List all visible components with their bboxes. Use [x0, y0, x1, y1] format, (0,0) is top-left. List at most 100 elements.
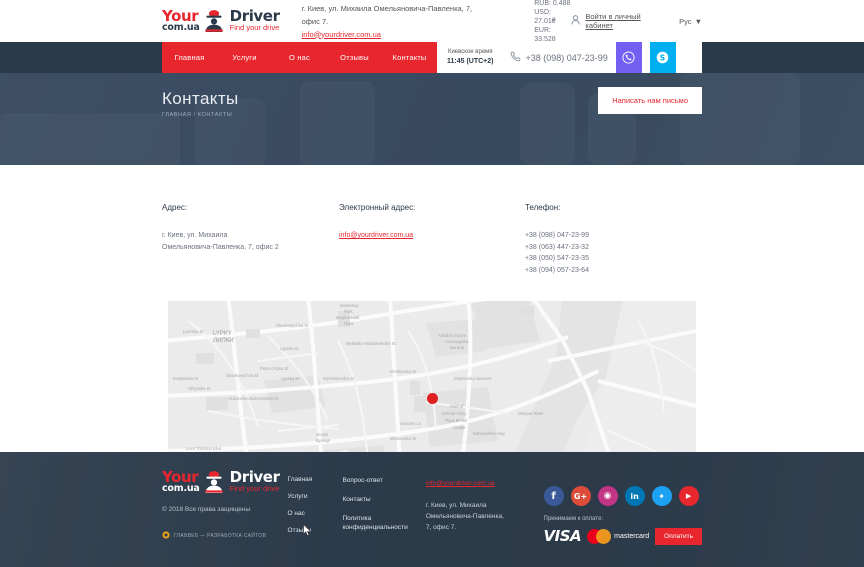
contacts-phone-column: Телефон: +38 (098) 047-23-99 +38 (063) 4… [525, 203, 702, 276]
developer-credit[interactable]: ГЛАВВЕБ — РАЗРАБОТКА САЙТОВ [162, 530, 288, 542]
nav-links: Главная Услуги О нас Отзывы Контакты [162, 42, 437, 73]
logo-tagline: Find your drive [229, 22, 280, 32]
kyiv-time: Киевское время 11:45 (UTC+2) [447, 48, 494, 67]
office-location-marker[interactable] [427, 393, 438, 404]
phone-icon [510, 51, 521, 64]
skype-icon: S [657, 51, 669, 64]
kyiv-time-value: 11:45 (UTC+2) [447, 58, 494, 65]
footer-logo-driver: Driver [229, 467, 280, 486]
footer-link-privacy[interactable]: Политика конфиденциальности [342, 514, 425, 532]
footer-contact-column: info@yourdriver.com.ua г. Киев, ул. Миха… [426, 470, 544, 545]
header-email-link[interactable]: info@yourdriver.com.ua [302, 30, 381, 39]
hero-photo-shape-car [0, 113, 180, 165]
pay-button[interactable]: Оплатить [655, 527, 702, 545]
visa-logo: VISA [543, 527, 582, 545]
phone-3[interactable]: +38 (050) 547-23-35 [525, 253, 702, 265]
header-address-text: г. Киев, ул. Михаила Омельяновича-Павлен… [301, 3, 473, 26]
mouse-cursor [303, 524, 312, 537]
nav-contact-panel: Киевское время 11:45 (UTC+2) +38 (098) 0… [437, 42, 702, 73]
mastercard-circles-icon [587, 528, 612, 544]
nav-item-home[interactable]: Главная [162, 53, 217, 62]
facebook-icon[interactable]: f [543, 486, 564, 506]
account-link-label: Войти в личный кабинет [585, 12, 641, 30]
nav-item-reviews[interactable]: Отзывы [327, 53, 382, 62]
address-line-2: Омельяновича-Павленка, 7, офис 2 [162, 244, 279, 251]
logo-driver-text: Driver [229, 6, 280, 25]
linkedin-icon[interactable]: in [624, 486, 645, 506]
nav-item-about[interactable]: О нас [272, 53, 327, 62]
logo-com-text: com.ua [162, 21, 200, 33]
rate-rub: RUB: 0.488 [534, 0, 571, 7]
header-address-block: г. Киев, ул. Михаила Омельяновича-Павлен… [302, 2, 487, 41]
email-heading: Электронный адрес: [339, 203, 416, 212]
kyiv-time-label: Киевское время [447, 49, 493, 55]
write-us-button[interactable]: Написать нам письмо [598, 87, 702, 114]
footer-link-about[interactable]: О нас [288, 510, 343, 517]
phone-2[interactable]: +38 (063) 447-23-32 [525, 242, 702, 254]
contacts-email-link[interactable]: info@yourdriver.com.ua [339, 232, 413, 239]
user-icon [571, 14, 580, 28]
footer-link-faq[interactable]: Вопрос-ответ [342, 476, 425, 485]
footer-address-line-1: г. Киев, ул. Михаила [425, 502, 487, 509]
language-selector[interactable]: Рус ▼ [679, 17, 702, 26]
logo-your-text: Your [162, 6, 199, 25]
nav-item-services[interactable]: Услуги [217, 53, 272, 62]
copyright-text: © 2018 Все права защищены [162, 506, 251, 513]
phone-heading: Телефон: [524, 203, 561, 212]
footer-social-payment-column: f G+ ◉ in ✦ ▶ Принимаем к оплате: VISA m… [543, 470, 702, 545]
address-line-1: г. Киев, ул. Михаила [162, 232, 228, 239]
instagram-icon[interactable]: ◉ [597, 486, 618, 506]
nav-phone[interactable]: +38 (098) 047-23-99 [510, 51, 608, 64]
address-heading: Адрес: [162, 203, 188, 212]
main-navigation: Главная Услуги О нас Отзывы Контакты Кие… [0, 42, 864, 73]
youtube-icon[interactable]: ▶ [678, 486, 699, 506]
site-footer: Your com.ua Driver Find your drive © 201… [0, 452, 864, 567]
developer-credit-label: ГЛАВВЕБ — РАЗРАБОТКА САЙТОВ [174, 533, 267, 539]
viber-button[interactable] [615, 42, 642, 73]
nav-item-contacts[interactable]: Контакты [382, 53, 437, 62]
page-root: Your com.ua Driver Find your drive г. Ки… [0, 0, 864, 567]
contacts-email-column: Электронный адрес: info@yourdriver.com.u… [339, 203, 525, 276]
chevron-down-icon: ▼ [694, 16, 702, 26]
contacts-address-column: Адрес: г. Киев, ул. Михаила Омельяновича… [162, 203, 339, 276]
footer-address-line-3: 7, офис 7. [425, 524, 457, 531]
footer-nav-column-1: Главная Услуги О нас Отзывы [288, 470, 343, 545]
footer-logo[interactable]: Your com.ua Driver Find your drive [162, 467, 288, 494]
mastercard-label: mastercard [614, 532, 650, 540]
social-links: f G+ ◉ in ✦ ▶ [543, 486, 702, 506]
footer-logo-com: com.ua [162, 482, 200, 494]
phone-1[interactable]: +38 (098) 047-23-99 [525, 230, 702, 242]
nav-phone-number: +38 (098) 047-23-99 [525, 52, 608, 63]
google-plus-icon[interactable]: G+ [570, 486, 591, 506]
viber-icon [622, 51, 635, 64]
rate-eur: EUR: 33.528 [534, 26, 556, 43]
payment-label: Принимаем к оплате: [543, 516, 604, 522]
developer-logo-icon [162, 530, 170, 542]
footer-link-services[interactable]: Услуги [288, 493, 343, 500]
top-header: Your com.ua Driver Find your drive г. Ки… [0, 0, 864, 44]
site-logo[interactable]: Your com.ua Driver Find your drive [162, 6, 280, 33]
language-label: Рус [679, 16, 692, 26]
skype-button[interactable]: S [649, 42, 676, 73]
footer-logo-your: Your [162, 467, 199, 486]
driver-cap-icon [203, 9, 225, 33]
phone-4[interactable]: +38 (094) 057-23-64 [525, 265, 702, 277]
footer-driver-cap-icon [203, 470, 225, 494]
contacts-section: Адрес: г. Киев, ул. Михаила Омельяновича… [162, 165, 702, 276]
footer-link-reviews[interactable]: Отзывы [288, 527, 343, 534]
footer-brand-block: Your com.ua Driver Find your drive © 201… [162, 467, 288, 545]
mastercard-logo: mastercard [587, 528, 650, 544]
twitter-icon[interactable]: ✦ [651, 486, 672, 506]
footer-email-link[interactable]: info@yourdriver.com.ua [426, 480, 495, 487]
footer-logo-tagline: Find your drive [229, 483, 280, 493]
footer-nav-column-2: Вопрос-ответ Контакты Политика конфиденц… [342, 470, 425, 545]
rate-usd: USD: 27.01₴ [534, 8, 556, 25]
svg-text:S: S [660, 53, 665, 62]
footer-address-line-2: Омельяновича-Павленка, [425, 513, 504, 520]
footer-address: г. Киев, ул. Михаила Омельяновича-Павлен… [426, 500, 544, 533]
footer-link-home[interactable]: Главная [288, 476, 343, 483]
page-hero: Контакты ГЛАВНАЯ / КОНТАКТЫ Написать нам… [0, 73, 864, 165]
footer-link-contacts[interactable]: Контакты [342, 495, 425, 504]
account-link[interactable]: Войти в личный кабинет [571, 12, 663, 30]
currency-rates: RUB: 0.488 USD: 27.01₴ EUR: 33.528 [534, 0, 571, 44]
